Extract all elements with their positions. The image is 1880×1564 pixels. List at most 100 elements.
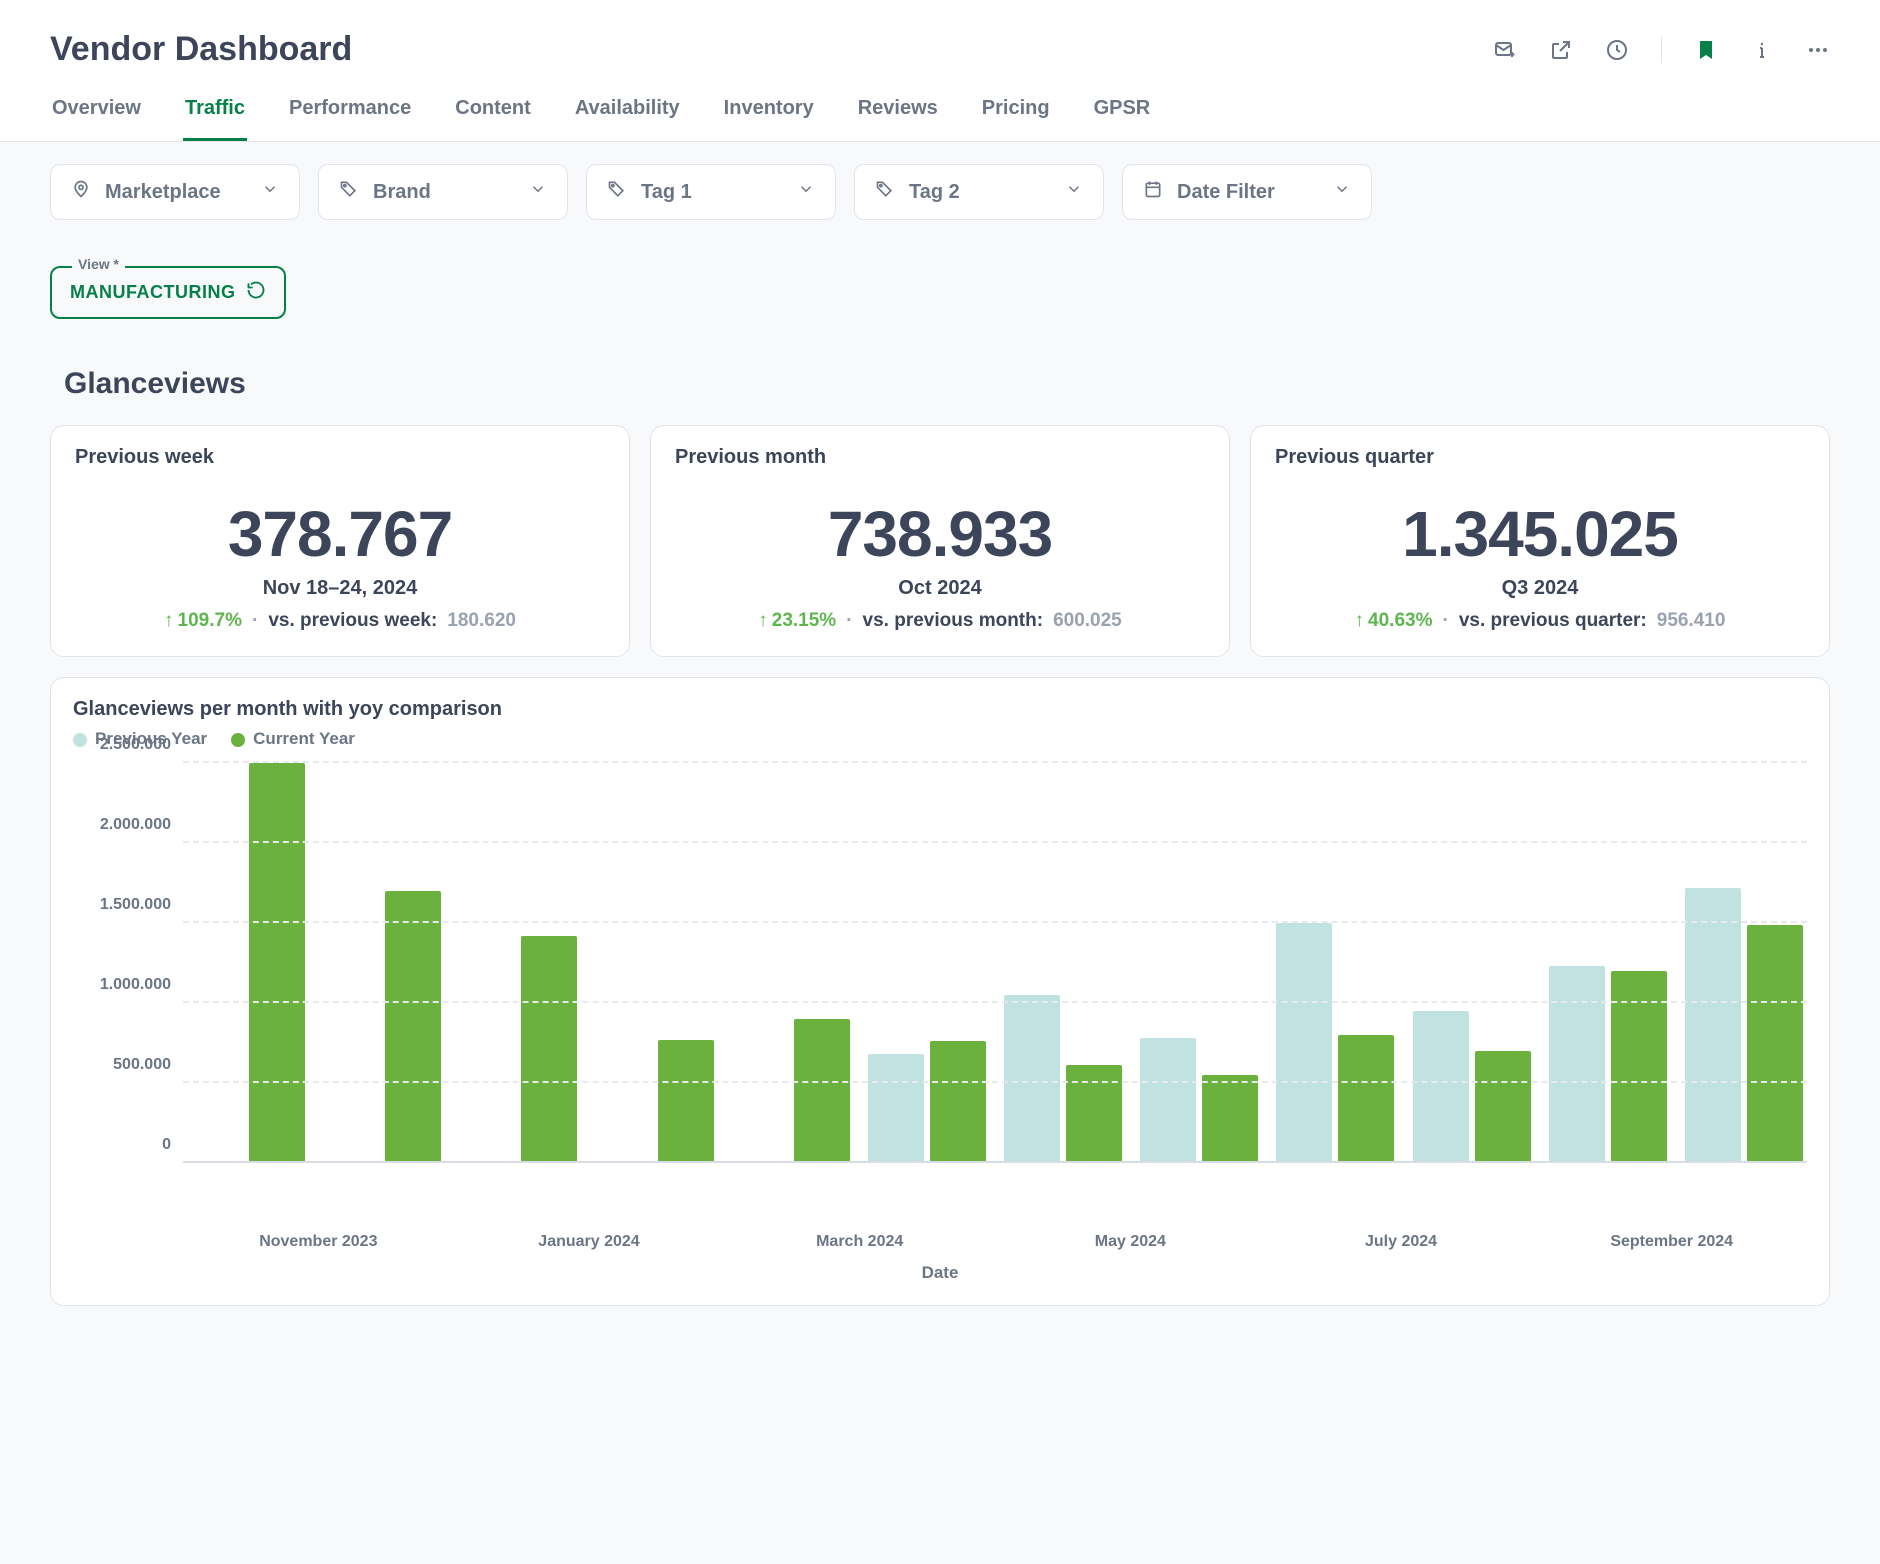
card-value: 378.767 xyxy=(75,497,605,571)
bar-group xyxy=(183,763,309,1163)
tab-gpsr[interactable]: GPSR xyxy=(1092,97,1153,141)
card-period: Oct 2024 xyxy=(675,577,1205,600)
card-period: Nov 18–24, 2024 xyxy=(75,577,605,600)
x-tick-label: November 2023 xyxy=(183,1233,454,1251)
card-prev-quarter: Previous quarter 1.345.025 Q3 2024 ↑40.6… xyxy=(1250,425,1830,657)
dot-sep: · xyxy=(846,610,852,632)
chart-title: Glanceviews per month with yoy compariso… xyxy=(73,698,1807,721)
legend-curr-label: Current Year xyxy=(253,729,355,748)
tab-reviews[interactable]: Reviews xyxy=(856,97,940,141)
chevron-down-icon xyxy=(1065,180,1083,204)
tab-bar: Overview Traffic Performance Content Ava… xyxy=(50,97,1830,141)
bar-prev-year xyxy=(1276,923,1332,1163)
marketplace-label: Marketplace xyxy=(105,181,221,204)
brand-label: Brand xyxy=(373,181,431,204)
tab-traffic[interactable]: Traffic xyxy=(183,97,247,141)
chevron-down-icon xyxy=(1333,180,1351,204)
bar-group xyxy=(1545,763,1671,1163)
more-icon[interactable] xyxy=(1806,38,1830,62)
arrow-up-icon: ↑ xyxy=(758,610,768,632)
tag-icon xyxy=(607,179,627,205)
card-delta: ↑23.15% · vs. previous month: 600.025 xyxy=(675,610,1205,632)
tab-content[interactable]: Content xyxy=(453,97,533,141)
card-value: 1.345.025 xyxy=(1275,497,1805,571)
y-tick-label: 1.000.000 xyxy=(100,976,171,994)
bar-group xyxy=(319,763,445,1163)
prev-value: 600.025 xyxy=(1053,610,1122,632)
bar-curr-year xyxy=(1611,971,1667,1163)
bar-curr-year xyxy=(1747,925,1803,1163)
x-tick-label: January 2024 xyxy=(454,1233,725,1251)
tab-performance[interactable]: Performance xyxy=(287,97,413,141)
tag2-select[interactable]: Tag 2 xyxy=(854,164,1104,220)
calendar-icon xyxy=(1143,179,1163,205)
kpi-cards: Previous week 378.767 Nov 18–24, 2024 ↑1… xyxy=(50,425,1830,657)
tag1-select[interactable]: Tag 1 xyxy=(586,164,836,220)
grid-line xyxy=(183,841,1807,843)
grid-line xyxy=(183,921,1807,923)
x-tick-label: September 2024 xyxy=(1536,1233,1807,1251)
tab-inventory[interactable]: Inventory xyxy=(722,97,816,141)
arrow-up-icon: ↑ xyxy=(164,610,174,632)
card-delta: ↑40.63% · vs. previous quarter: 956.410 xyxy=(1275,610,1805,632)
section-title: Glanceviews xyxy=(64,367,1830,401)
brand-select[interactable]: Brand xyxy=(318,164,568,220)
card-label: Previous month xyxy=(675,446,1205,469)
date-filter-select[interactable]: Date Filter xyxy=(1122,164,1372,220)
bar-prev-year xyxy=(1413,1011,1469,1163)
tab-overview[interactable]: Overview xyxy=(50,97,143,141)
tag1-label: Tag 1 xyxy=(641,181,692,204)
tab-availability[interactable]: Availability xyxy=(573,97,682,141)
grid-line xyxy=(183,761,1807,763)
delta-pct: 23.15% xyxy=(772,610,836,632)
filter-bar: Marketplace Brand Tag 1 Tag 2 Date Filte… xyxy=(0,142,1880,319)
chevron-down-icon xyxy=(529,180,547,204)
chart-legend: Previous Year Current Year xyxy=(73,729,1807,749)
bar-group xyxy=(1681,763,1807,1163)
page-title: Vendor Dashboard xyxy=(50,30,352,69)
y-tick-label: 2.000.000 xyxy=(100,816,171,834)
chart-card: Glanceviews per month with yoy compariso… xyxy=(50,677,1830,1306)
bar-group xyxy=(728,763,854,1163)
bar-group xyxy=(455,763,581,1163)
bar-group xyxy=(1409,763,1535,1163)
tag2-label: Tag 2 xyxy=(909,181,960,204)
bar-curr-year xyxy=(385,891,441,1163)
dot-sep: · xyxy=(1442,610,1448,632)
history-icon[interactable] xyxy=(1605,38,1629,62)
arrow-up-icon: ↑ xyxy=(1355,610,1365,632)
bar-prev-year xyxy=(1004,995,1060,1163)
bar-group xyxy=(592,763,718,1163)
dot-sep: · xyxy=(252,610,258,632)
view-field: View * MANUFACTURING xyxy=(50,266,286,319)
x-tick-label: March 2024 xyxy=(724,1233,995,1251)
info-icon[interactable] xyxy=(1750,38,1774,62)
y-tick-label: 0 xyxy=(162,1136,171,1154)
bar-curr-year xyxy=(1475,1051,1531,1163)
bar-group xyxy=(1000,763,1126,1163)
y-tick-label: 500.000 xyxy=(113,1056,171,1074)
refresh-icon xyxy=(246,280,266,305)
bookmark-icon[interactable] xyxy=(1694,38,1718,62)
x-axis-title: Date xyxy=(73,1263,1807,1283)
bar-prev-year xyxy=(1140,1038,1196,1163)
chevron-down-icon xyxy=(261,180,279,204)
prev-value: 180.620 xyxy=(447,610,516,632)
legend-swatch-prev xyxy=(73,733,87,747)
tab-pricing[interactable]: Pricing xyxy=(980,97,1052,141)
tag-icon xyxy=(339,179,359,205)
y-axis: 0500.0001.000.0001.500.0002.000.0002.500… xyxy=(73,763,183,1163)
mail-plus-icon[interactable] xyxy=(1493,38,1517,62)
view-button[interactable]: MANUFACTURING xyxy=(50,266,286,319)
bar-curr-year xyxy=(249,763,305,1163)
bar-group xyxy=(1272,763,1398,1163)
open-external-icon[interactable] xyxy=(1549,38,1573,62)
bar-prev-year xyxy=(1685,888,1741,1163)
card-label: Previous quarter xyxy=(1275,446,1805,469)
chevron-down-icon xyxy=(797,180,815,204)
pin-icon xyxy=(71,179,91,205)
grid-line xyxy=(183,1081,1807,1083)
view-value: MANUFACTURING xyxy=(70,282,236,303)
baseline xyxy=(183,1161,1807,1163)
marketplace-select[interactable]: Marketplace xyxy=(50,164,300,220)
